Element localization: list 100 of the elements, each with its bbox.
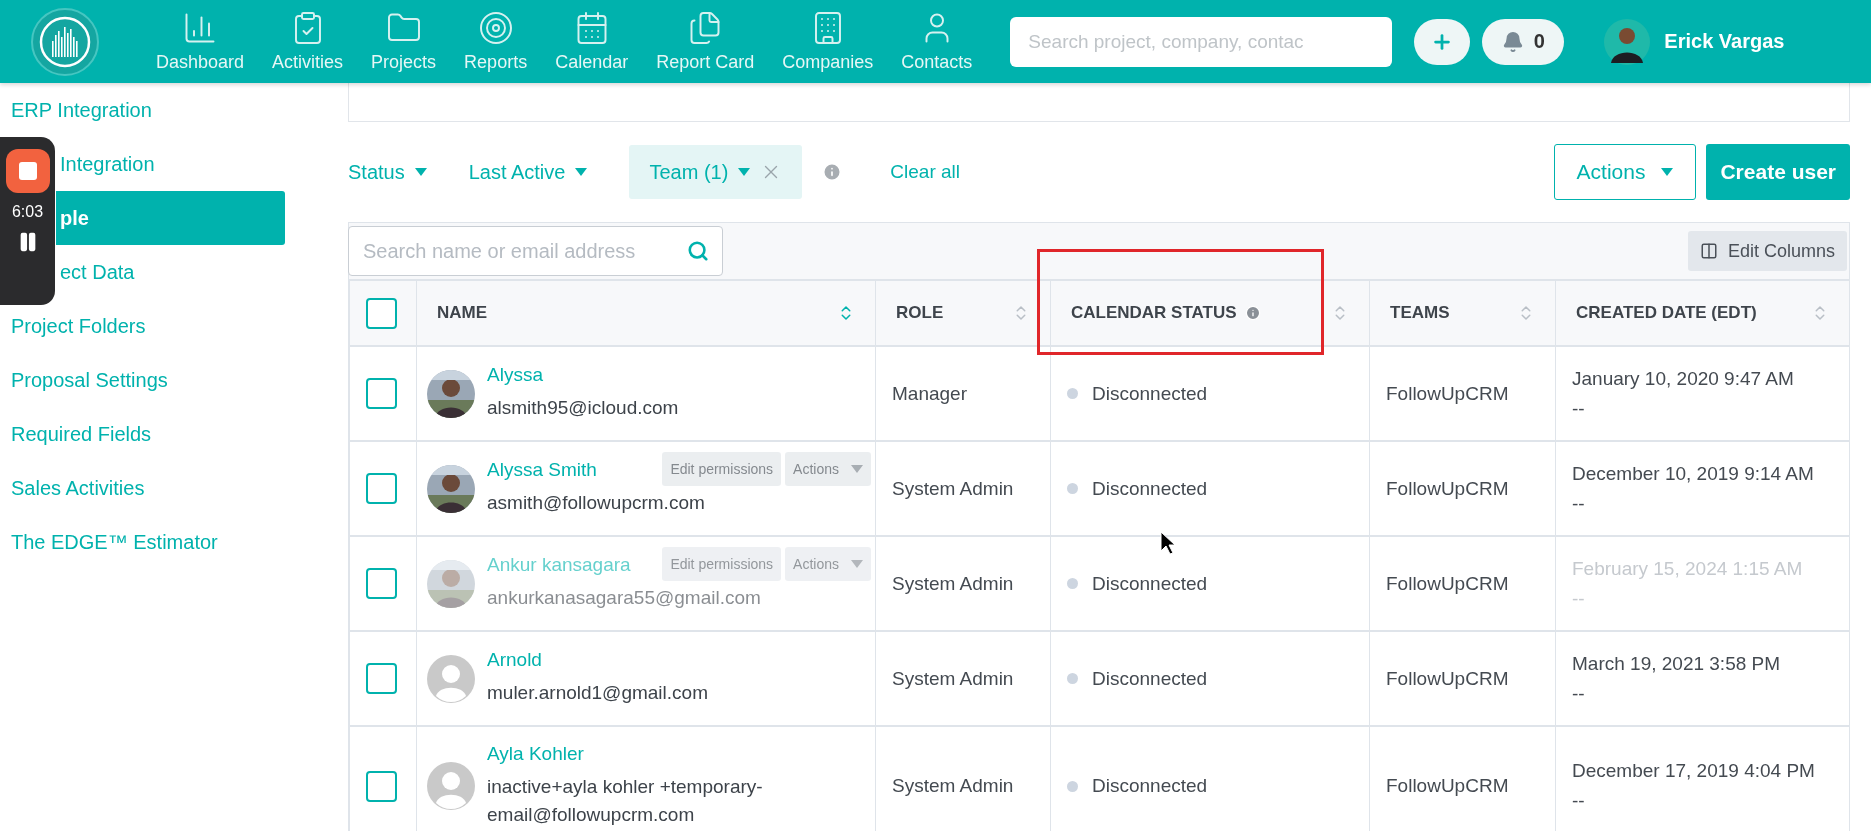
table-cell: System Admin bbox=[892, 775, 1014, 797]
column-header[interactable]: ROLE bbox=[875, 279, 1050, 347]
sidebar-item[interactable]: Integration bbox=[56, 137, 285, 191]
column-header[interactable]: NAME bbox=[416, 279, 875, 347]
sidebar-item[interactable]: ple bbox=[56, 191, 285, 245]
nav-item[interactable]: Dashboard bbox=[142, 10, 259, 73]
filter-dropdown[interactable]: Status bbox=[348, 145, 427, 199]
edit-permissions-button[interactable]: Edit permissions bbox=[662, 452, 782, 486]
user-name-link[interactable]: Alyssa bbox=[487, 364, 543, 387]
table-cell: March 19, 2021 3:58 PM bbox=[1572, 652, 1781, 675]
info-icon bbox=[1244, 305, 1261, 321]
logo-icon[interactable] bbox=[30, 6, 100, 77]
recording-time: 6:03 bbox=[11, 203, 44, 221]
sidebar-item[interactable]: Sales Activities bbox=[0, 461, 285, 515]
stop-button[interactable] bbox=[5, 149, 50, 193]
column-header[interactable]: CREATED DATE (EDT) bbox=[1555, 279, 1849, 347]
caret-icon bbox=[575, 168, 588, 176]
table-cell: December 10, 2019 9:14 AM bbox=[1572, 462, 1814, 485]
target-icon bbox=[477, 10, 514, 46]
table-cell: December 17, 2019 4:04 PM bbox=[1572, 760, 1815, 782]
table-cell: Disconnected bbox=[1092, 477, 1208, 500]
caret-icon bbox=[851, 465, 863, 473]
row-checkbox[interactable] bbox=[366, 663, 397, 694]
status-dot bbox=[1067, 673, 1078, 684]
status-dot bbox=[1067, 780, 1078, 792]
table-cell: January 10, 2020 9:47 AM bbox=[1572, 367, 1794, 390]
table-cell: FollowUpCRM bbox=[1386, 572, 1509, 595]
table-cell: Disconnected bbox=[1092, 382, 1208, 405]
user-name-link[interactable]: Ayla Kohler bbox=[487, 742, 584, 765]
row-checkbox[interactable] bbox=[366, 473, 397, 504]
row-checkbox[interactable] bbox=[366, 378, 397, 409]
user-name-link[interactable]: Ankur kansagara bbox=[487, 554, 631, 577]
notifications-button[interactable]: 0 bbox=[1482, 18, 1565, 65]
table-cell: -- bbox=[1572, 682, 1585, 705]
table-cell: -- bbox=[1572, 587, 1585, 610]
user-name: Erick Vargas bbox=[1664, 30, 1785, 53]
user-avatar-icon[interactable] bbox=[1604, 18, 1651, 65]
filter-dropdown[interactable]: Team (1) bbox=[629, 145, 803, 199]
row-actions-button[interactable]: Actions bbox=[785, 547, 871, 581]
row-actions-button[interactable]: Actions bbox=[785, 452, 871, 486]
table-cell: FollowUpCRM bbox=[1386, 477, 1509, 500]
sidebar-item[interactable]: Required Fields bbox=[0, 407, 285, 461]
create-user-button[interactable]: Create user bbox=[1706, 144, 1850, 200]
nav-item[interactable]: Companies bbox=[768, 10, 888, 73]
table-cell: -- bbox=[1572, 492, 1585, 515]
caret-icon bbox=[851, 560, 863, 568]
search-field[interactable]: Search project, company, contac bbox=[1010, 16, 1393, 67]
checkbox[interactable] bbox=[366, 297, 397, 329]
table-cell: System Admin bbox=[892, 572, 1014, 595]
nav-item[interactable]: Calendar bbox=[541, 10, 643, 73]
email-text: inactive+ayla kohler +temporary-email@followupcrm.com bbox=[487, 774, 764, 827]
columns-icon bbox=[1699, 242, 1718, 260]
filter-dropdown[interactable]: Last Active bbox=[468, 145, 588, 199]
sidebar-item[interactable]: The EDGE™ Estimator bbox=[0, 515, 285, 569]
status-dot bbox=[1067, 578, 1078, 589]
table-cell: Manager bbox=[892, 382, 967, 405]
nav-item[interactable]: Projects bbox=[357, 10, 451, 73]
edit-columns-button[interactable]: Edit Columns bbox=[1687, 231, 1847, 271]
caret-icon bbox=[414, 168, 427, 176]
column-header[interactable]: CALENDAR STATUS bbox=[1050, 279, 1369, 347]
email-text: alsmith95@icloud.com bbox=[487, 396, 679, 421]
sidebar-item[interactable]: Project Folders bbox=[0, 299, 285, 353]
table-cell: FollowUpCRM bbox=[1386, 382, 1509, 405]
user-name-link[interactable]: Alyssa Smith bbox=[487, 459, 597, 482]
status-dot bbox=[1067, 483, 1078, 494]
table-cell: FollowUpCRM bbox=[1386, 775, 1509, 797]
bell-icon bbox=[1501, 30, 1524, 53]
clear-all-link[interactable]: Clear all bbox=[890, 161, 961, 183]
table-cell: Disconnected bbox=[1092, 572, 1208, 595]
table-cell: -- bbox=[1572, 397, 1585, 420]
sidebar-item[interactable]: ect Data bbox=[56, 245, 285, 299]
table-cell: -- bbox=[1572, 790, 1585, 812]
email-text: ankurkanasagara55@gmail.com bbox=[487, 586, 761, 611]
nav-item[interactable]: Activities bbox=[258, 10, 358, 73]
caret-icon bbox=[1661, 168, 1674, 176]
status-dot bbox=[1067, 388, 1078, 399]
nav-item[interactable]: Report Card bbox=[642, 10, 769, 73]
sidebar-item[interactable]: Proposal Settings bbox=[0, 353, 285, 407]
table-cell: FollowUpCRM bbox=[1386, 667, 1509, 690]
caret-icon bbox=[738, 168, 751, 176]
table-cell: Disconnected bbox=[1092, 775, 1208, 797]
user-name-link[interactable]: Arnold bbox=[487, 649, 542, 672]
search-field[interactable]: Search name or email address bbox=[348, 226, 723, 276]
row-checkbox[interactable] bbox=[366, 568, 397, 599]
row-checkbox[interactable] bbox=[366, 770, 397, 802]
actions-button[interactable]: Actions bbox=[1553, 144, 1697, 200]
add-button[interactable] bbox=[1414, 18, 1471, 65]
nav-item[interactable]: Reports bbox=[450, 10, 542, 73]
column-header[interactable]: TEAMS bbox=[1369, 279, 1555, 347]
nav-item[interactable]: Contacts bbox=[887, 10, 987, 73]
search-icon[interactable] bbox=[687, 240, 709, 262]
sidebar-item[interactable]: ERP Integration bbox=[0, 83, 285, 137]
edit-permissions-button[interactable]: Edit permissions bbox=[662, 547, 782, 581]
info-icon bbox=[822, 162, 843, 182]
table-cell: February 15, 2024 1:15 AM bbox=[1572, 557, 1803, 580]
table-cell: System Admin bbox=[892, 667, 1014, 690]
email-text: muler.arnold1@gmail.com bbox=[487, 681, 708, 706]
email-text: asmith@followupcrm.com bbox=[487, 491, 705, 516]
table-cell: System Admin bbox=[892, 477, 1014, 500]
table-cell: Disconnected bbox=[1092, 667, 1208, 690]
